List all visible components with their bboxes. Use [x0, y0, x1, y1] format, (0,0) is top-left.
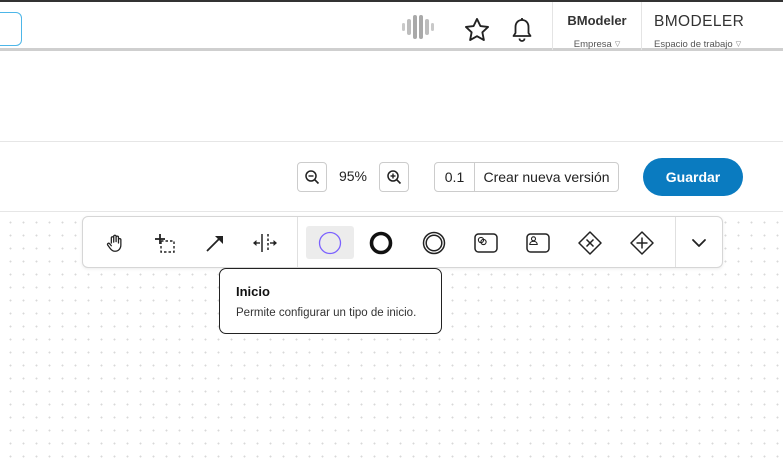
user-task-tool[interactable]: [514, 226, 562, 259]
hand-icon: [106, 234, 122, 252]
save-button[interactable]: Guardar: [643, 158, 743, 196]
favorites-button[interactable]: [462, 15, 492, 45]
top-bar: BModeler Empresa ▽ BMODELER Espacio de tr…: [0, 0, 783, 51]
tooltip-text: Permite configurar un tipo de inicio.: [236, 307, 417, 319]
chevron-down-icon: ▽: [614, 41, 621, 48]
create-version-button[interactable]: Crear nueva versión: [475, 163, 618, 191]
chevron-down-icon: [692, 238, 706, 247]
search-input[interactable]: [0, 12, 22, 46]
element-palette: [82, 216, 723, 268]
bell-icon: [512, 18, 532, 42]
palette-separator: [297, 217, 298, 267]
zoom-in-button[interactable]: [379, 162, 409, 192]
chevron-down-icon: ▽: [735, 41, 742, 48]
company-label: Empresa: [573, 39, 612, 50]
tooltip-title: Inicio: [236, 284, 270, 299]
version-group: 0.1 Crear nueva versión: [434, 162, 619, 192]
parallel-gateway-icon: [630, 230, 654, 255]
arrow-connect-icon: [206, 235, 223, 252]
company-name: BModeler: [567, 13, 627, 28]
workspace-selector[interactable]: BMODELER Espacio de trabajo ▽: [642, 2, 783, 50]
intermediate-event-tool[interactable]: [410, 226, 458, 259]
lasso-select-icon: [155, 233, 175, 253]
workspace-name: BMODELER: [654, 13, 745, 30]
star-icon: [464, 17, 490, 41]
tool-tooltip: Inicio Permite configurar un tipo de ini…: [219, 268, 442, 334]
user-task-icon: [526, 232, 550, 253]
service-task-tool[interactable]: [462, 226, 510, 259]
exclusive-gateway-tool[interactable]: [566, 226, 614, 259]
space-tool-icon: [253, 233, 277, 252]
parallel-gateway-tool[interactable]: [618, 226, 666, 259]
zoom-out-icon: [305, 170, 320, 185]
zoom-level: 95%: [338, 168, 368, 184]
space-tool[interactable]: [241, 226, 289, 259]
zoom-in-icon: [387, 170, 402, 185]
section-divider: [0, 141, 783, 142]
end-event-tool[interactable]: [357, 226, 405, 259]
intermediate-event-icon: [422, 231, 446, 254]
company-selector[interactable]: BModeler Empresa ▽: [553, 2, 641, 50]
exclusive-gateway-icon: [578, 230, 602, 255]
notifications-button[interactable]: [507, 15, 537, 45]
end-event-icon: [369, 231, 393, 254]
zoom-out-button[interactable]: [297, 162, 327, 192]
service-task-icon: [474, 232, 498, 253]
version-number: 0.1: [435, 163, 475, 191]
connect-tool[interactable]: [191, 226, 239, 259]
start-event-tool[interactable]: [306, 226, 354, 259]
workspace-label: Espacio de trabajo: [654, 39, 733, 50]
hand-tool[interactable]: [91, 226, 139, 259]
start-event-icon: [318, 231, 342, 254]
more-tools-button[interactable]: [675, 226, 723, 259]
brand-logo-icon: [401, 13, 435, 41]
lasso-tool[interactable]: [141, 226, 189, 259]
